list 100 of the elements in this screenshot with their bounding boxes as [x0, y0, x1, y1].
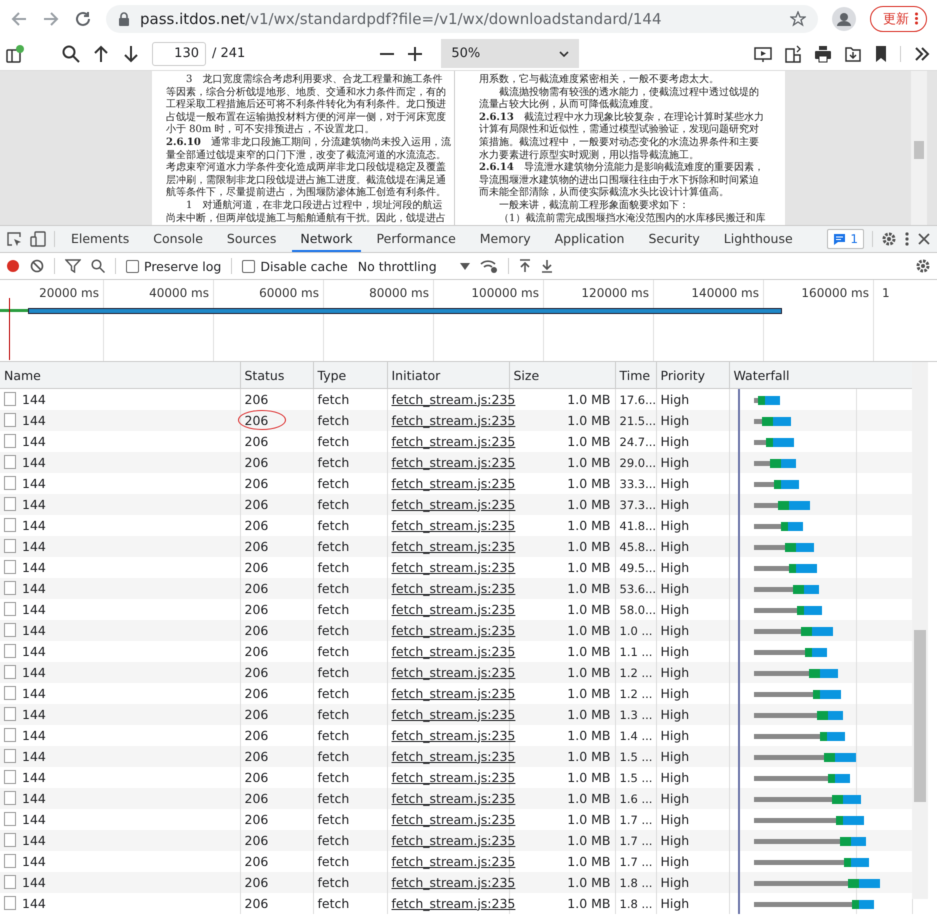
- update-button[interactable]: 更新: [870, 6, 927, 32]
- back-arrow-icon[interactable]: [10, 10, 28, 28]
- initiator-link[interactable]: fetch_stream.js:235: [392, 434, 516, 448]
- column-header[interactable]: Time: [615, 362, 656, 388]
- forward-arrow-icon[interactable]: [42, 10, 60, 28]
- request-name[interactable]: 144: [22, 770, 46, 784]
- initiator-link[interactable]: fetch_stream.js:235: [392, 874, 516, 890]
- download-icon[interactable]: [540, 259, 553, 273]
- presentation-icon[interactable]: [754, 44, 772, 62]
- inspect-icon[interactable]: [6, 231, 22, 247]
- page-number-field[interactable]: 130: [152, 42, 206, 66]
- column-header[interactable]: Name: [0, 362, 240, 388]
- initiator-link[interactable]: fetch_stream.js:235: [392, 896, 516, 910]
- sidebar-icon[interactable]: [6, 44, 24, 62]
- settings-icon[interactable]: [881, 231, 897, 247]
- devtools-tab[interactable]: Application: [546, 226, 632, 252]
- initiator-link[interactable]: fetch_stream.js:235: [392, 832, 516, 848]
- column-header[interactable]: Initiator: [387, 362, 509, 388]
- download-icon[interactable]: [844, 44, 862, 62]
- request-name[interactable]: 144: [22, 496, 46, 512]
- request-name[interactable]: 144: [22, 412, 46, 428]
- more-options-icon[interactable]: [905, 232, 909, 246]
- request-name[interactable]: 144: [22, 560, 46, 574]
- request-name[interactable]: 144: [22, 580, 46, 596]
- search-icon[interactable]: [62, 44, 80, 62]
- down-arrow-icon[interactable]: [122, 44, 140, 62]
- devtools-tab[interactable]: Memory: [472, 226, 539, 252]
- record-icon[interactable]: [6, 259, 20, 273]
- initiator-link[interactable]: fetch_stream.js:235: [392, 748, 516, 764]
- reload-icon[interactable]: [74, 10, 92, 28]
- initiator-link[interactable]: fetch_stream.js:235: [392, 538, 516, 554]
- request-name[interactable]: 144: [22, 748, 46, 764]
- column-header[interactable]: Type: [313, 362, 387, 388]
- network-conditions-icon[interactable]: [480, 259, 498, 273]
- initiator-link[interactable]: fetch_stream.js:235: [392, 476, 516, 490]
- request-name[interactable]: 144: [22, 476, 46, 490]
- request-name[interactable]: 144: [22, 434, 46, 448]
- devtools-tab[interactable]: Lighthouse: [716, 226, 801, 252]
- column-header[interactable]: Status: [240, 362, 313, 388]
- request-name[interactable]: 144: [22, 854, 46, 868]
- initiator-link[interactable]: fetch_stream.js:235: [392, 602, 516, 616]
- initiator-link[interactable]: fetch_stream.js:235: [392, 518, 516, 532]
- clear-icon[interactable]: [30, 259, 44, 273]
- initiator-link[interactable]: fetch_stream.js:235: [392, 706, 516, 722]
- close-icon[interactable]: [917, 232, 931, 246]
- request-name[interactable]: 144: [22, 644, 46, 658]
- up-arrow-icon[interactable]: [92, 44, 110, 62]
- rotate-page-icon[interactable]: [784, 44, 802, 62]
- devtools-tab[interactable]: Performance: [368, 226, 464, 252]
- device-toggle-icon[interactable]: [30, 231, 46, 247]
- request-name[interactable]: 144: [22, 602, 46, 616]
- initiator-link[interactable]: fetch_stream.js:235: [392, 664, 516, 680]
- initiator-link[interactable]: fetch_stream.js:235: [392, 790, 516, 806]
- request-name[interactable]: 144: [22, 664, 46, 680]
- checkbox-option[interactable]: Disable cache: [242, 258, 348, 274]
- devtools-tab[interactable]: Console: [145, 226, 211, 252]
- devtools-tab[interactable]: Elements: [63, 226, 138, 252]
- initiator-link[interactable]: fetch_stream.js:235: [392, 392, 516, 407]
- initiator-link[interactable]: fetch_stream.js:235: [392, 496, 516, 512]
- upload-icon[interactable]: [518, 259, 531, 273]
- request-name[interactable]: 144: [22, 706, 46, 722]
- request-name[interactable]: 144: [22, 728, 46, 742]
- initiator-link[interactable]: fetch_stream.js:235: [392, 854, 516, 868]
- column-header[interactable]: Waterfall: [729, 362, 912, 388]
- request-name[interactable]: 144: [22, 392, 46, 407]
- initiator-link[interactable]: fetch_stream.js:235: [392, 580, 516, 596]
- column-header[interactable]: Priority: [656, 362, 729, 388]
- scrollbar[interactable]: [911, 71, 927, 225]
- throttling-dropdown[interactable]: No throttling: [358, 258, 470, 274]
- initiator-link[interactable]: fetch_stream.js:235: [392, 812, 516, 826]
- initiator-link[interactable]: fetch_stream.js:235: [392, 454, 516, 470]
- devtools-tab[interactable]: Security: [640, 226, 708, 252]
- zoom-in-icon[interactable]: [407, 46, 424, 62]
- request-name[interactable]: 144: [22, 518, 46, 532]
- print-icon[interactable]: [814, 44, 832, 62]
- request-name[interactable]: 144: [22, 538, 46, 554]
- issues-badge[interactable]: 1: [827, 229, 864, 249]
- zoom-dropdown[interactable]: 50%: [441, 39, 580, 68]
- star-icon[interactable]: [790, 10, 806, 26]
- bookmark-icon[interactable]: [874, 44, 888, 62]
- request-name[interactable]: 144: [22, 832, 46, 848]
- initiator-link[interactable]: fetch_stream.js:235: [392, 770, 516, 784]
- settings-icon[interactable]: [915, 258, 931, 274]
- request-name[interactable]: 144: [22, 812, 46, 826]
- address-bar[interactable]: pass.itdos.net/v1/wx/standardpdf?file=/v1/wx/downloadstandard/144: [106, 4, 818, 32]
- initiator-link[interactable]: fetch_stream.js:235: [392, 622, 516, 638]
- initiator-link[interactable]: fetch_stream.js:235: [392, 644, 516, 658]
- initiator-link[interactable]: fetch_stream.js:235: [392, 560, 516, 574]
- request-name[interactable]: 144: [22, 454, 46, 470]
- checkbox-option[interactable]: Preserve log: [126, 258, 222, 274]
- request-name[interactable]: 144: [22, 790, 46, 806]
- request-name[interactable]: 144: [22, 686, 46, 700]
- profile-avatar-icon[interactable]: [832, 6, 856, 30]
- request-name[interactable]: 144: [22, 896, 46, 910]
- column-header[interactable]: Size: [509, 362, 615, 388]
- request-name[interactable]: 144: [22, 874, 46, 890]
- request-name[interactable]: 144: [22, 622, 46, 638]
- initiator-link[interactable]: fetch_stream.js:235: [392, 412, 516, 428]
- scrollbar[interactable]: [912, 362, 928, 899]
- more-tools-icon[interactable]: [913, 44, 931, 62]
